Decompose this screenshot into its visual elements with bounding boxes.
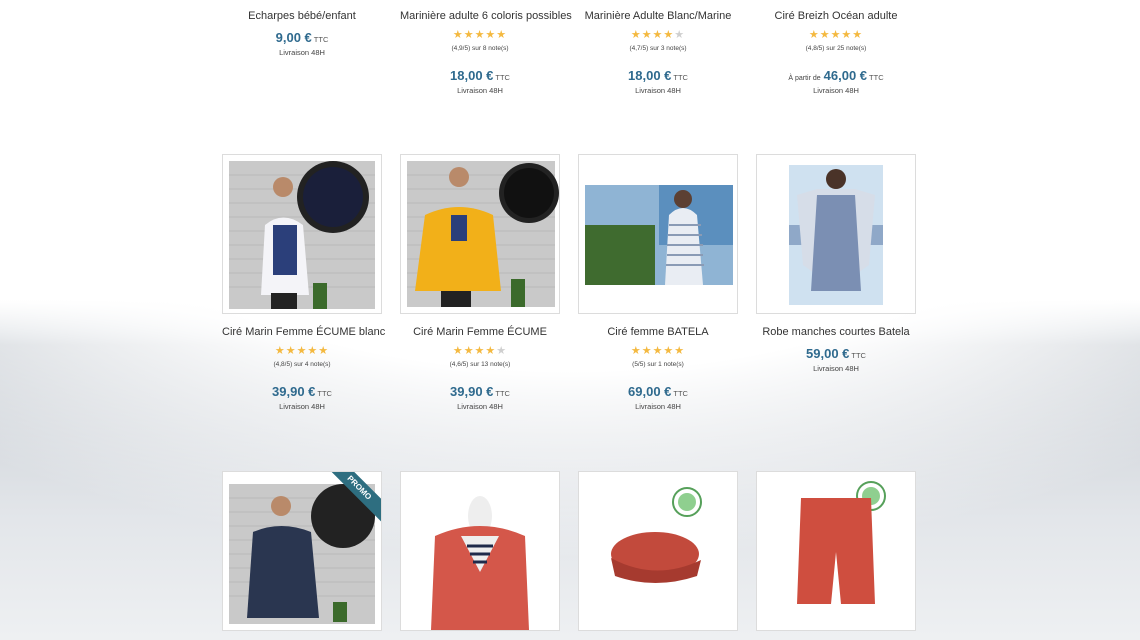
product-price: 18,00 € TTC	[450, 68, 510, 83]
product-card[interactable]: Robe manches courtes Batela 59,00 € TTC L…	[756, 154, 916, 373]
product-card[interactable]	[756, 471, 916, 631]
product-card[interactable]: Echarpes bébé/enfant 9,00 € TTC Livraison…	[222, 0, 382, 57]
product-card[interactable]: Ciré Marin Femme ÉCUME blanc ★★★★★ (4,8/…	[222, 154, 385, 411]
product-price: 18,00 € TTC	[628, 68, 688, 83]
shipping-label: Livraison 48H	[635, 402, 681, 411]
rating-stars: ★★★★★	[452, 345, 508, 357]
product-image[interactable]	[400, 471, 560, 631]
rating-text: (4,7/5) sur 3 note(s)	[629, 45, 687, 52]
product-name[interactable]: Robe manches courtes Batela	[756, 326, 916, 338]
rating-text: (4,6/5) sur 13 note(s)	[449, 361, 511, 368]
shipping-label: Livraison 48H	[635, 86, 681, 95]
product-name[interactable]: Ciré femme BATELA	[578, 326, 738, 338]
shipping-label: Livraison 48H	[279, 48, 325, 57]
rating-text: (4,8/5) sur 4 note(s)	[273, 361, 331, 368]
product-card[interactable]: Marinière Adulte Blanc/Marine ★★★★★ (4,7…	[578, 0, 738, 95]
product-card[interactable]: Ciré femme BATELA ★★★★★ (5/5) sur 1 note…	[578, 154, 738, 411]
product-price: À partir de 46,00 € TTC	[788, 68, 884, 83]
product-card[interactable]: Ciré Marin Femme ÉCUME ★★★★★ (4,6/5) sur…	[400, 154, 560, 411]
product-name[interactable]: Marinière adulte 6 coloris possibles	[400, 10, 572, 22]
rating-stars: ★★★★★	[630, 345, 686, 357]
shipping-label: Livraison 48H	[813, 364, 859, 373]
product-image[interactable]	[756, 154, 916, 314]
product-image[interactable]	[400, 154, 560, 314]
product-name[interactable]: Ciré Breizh Océan adulte	[756, 10, 916, 22]
rating-stars: ★★★★★	[452, 29, 508, 41]
rating-text: (5/5) sur 1 note(s)	[632, 361, 684, 368]
rating-text: (4,8/5) sur 25 note(s)	[805, 45, 867, 52]
product-card[interactable]	[400, 471, 560, 631]
rating-stars: ★★★★★	[274, 345, 330, 357]
product-price: 39,90 € TTC	[450, 384, 510, 399]
product-image[interactable]	[756, 471, 916, 631]
product-card[interactable]: Marinière adulte 6 coloris possibles ★★★…	[400, 0, 572, 95]
product-image[interactable]	[578, 154, 738, 314]
shipping-label: Livraison 48H	[279, 402, 325, 411]
product-card[interactable]: Ciré Breizh Océan adulte ★★★★★ (4,8/5) s…	[756, 0, 916, 95]
shipping-label: Livraison 48H	[457, 86, 503, 95]
product-image[interactable]: PROMO	[222, 471, 382, 631]
product-name[interactable]: Echarpes bébé/enfant	[222, 10, 382, 22]
rating-text: (4,9/5) sur 8 note(s)	[451, 45, 509, 52]
product-image[interactable]	[222, 154, 382, 314]
product-card[interactable]	[578, 471, 738, 631]
rating-stars: ★★★★★	[630, 29, 686, 41]
product-card[interactable]: PROMO	[222, 471, 382, 631]
shipping-label: Livraison 48H	[457, 402, 503, 411]
product-price: 39,90 € TTC	[272, 384, 332, 399]
product-image[interactable]	[578, 471, 738, 631]
product-price: 69,00 € TTC	[628, 384, 688, 399]
product-name[interactable]: Marinière Adulte Blanc/Marine	[578, 10, 738, 22]
rating-stars: ★★★★★	[808, 29, 864, 41]
product-name[interactable]: Ciré Marin Femme ÉCUME	[400, 326, 560, 338]
product-price: 59,00 € TTC	[806, 346, 866, 361]
product-price: 9,00 € TTC	[275, 30, 329, 45]
shipping-label: Livraison 48H	[813, 86, 859, 95]
product-name[interactable]: Ciré Marin Femme ÉCUME blanc	[222, 326, 385, 338]
